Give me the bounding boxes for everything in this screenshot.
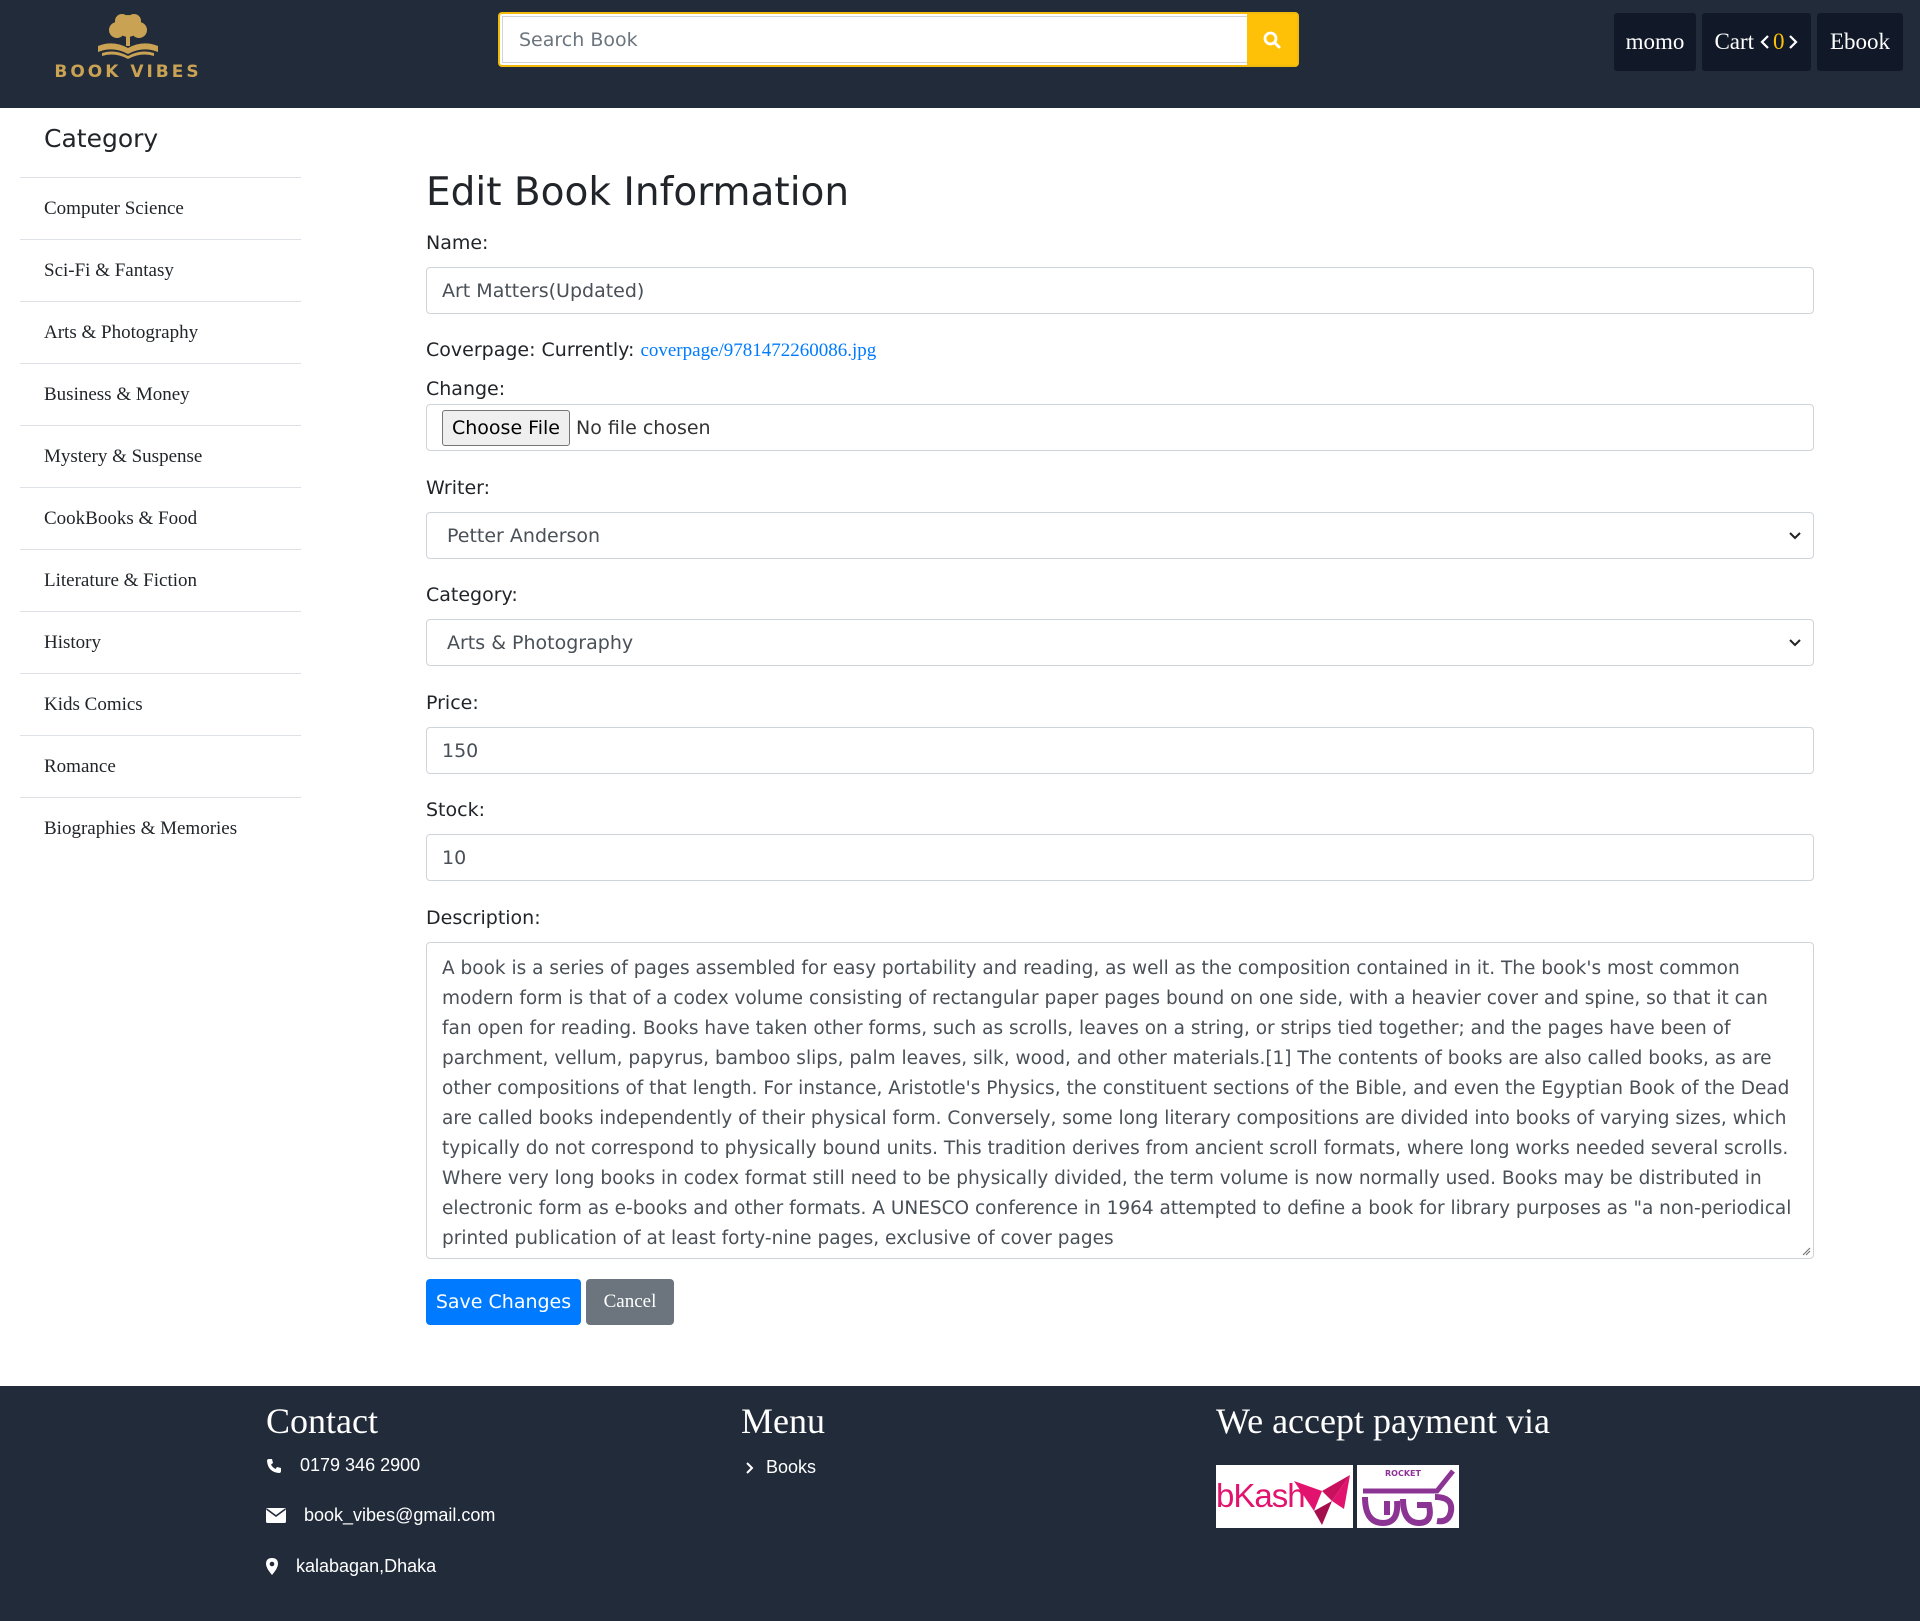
cart-label: Cart <box>1714 29 1755 54</box>
cancel-button[interactable]: Cancel <box>586 1279 674 1325</box>
price-input[interactable] <box>426 727 1814 774</box>
envelope-icon <box>266 1508 286 1523</box>
contact-heading: Contact <box>266 1401 378 1441</box>
stock-label: Stock: <box>426 799 485 821</box>
description-text: A book is a series of pages assembled fo… <box>442 958 1792 1249</box>
save-changes-button[interactable]: Save Changes <box>426 1279 581 1325</box>
bkash-logo: bKash <box>1216 1465 1353 1528</box>
map-marker-icon <box>266 1558 278 1575</box>
description-label: Description: <box>426 907 541 929</box>
resize-grip-icon[interactable] <box>1801 1246 1811 1256</box>
writer-label: Writer: <box>426 477 491 499</box>
category-item[interactable]: Arts & Photography <box>20 302 301 364</box>
rocket-logo: ROCKET <box>1357 1465 1459 1528</box>
name-input[interactable] <box>426 267 1814 314</box>
category-select[interactable]: Arts & Photography <box>426 619 1814 666</box>
contact-email: book_vibes@gmail.com <box>266 1505 495 1526</box>
chevron-down-icon <box>1789 638 1801 646</box>
coverpage-link[interactable]: coverpage/9781472260086.jpg <box>640 340 876 362</box>
category-item[interactable]: Business & Money <box>20 364 301 426</box>
contact-phone: 0179 346 2900 <box>266 1455 420 1476</box>
search-icon <box>1263 31 1281 48</box>
phone-text: 0179 346 2900 <box>300 1455 421 1475</box>
rocket-logo-icon <box>1362 1469 1455 1527</box>
choose-file-button[interactable]: Choose File <box>442 409 570 446</box>
coverpage-label: Coverpage: Currently: <box>426 339 635 361</box>
footer-menu-books[interactable]: Books <box>745 1457 816 1478</box>
menu-heading: Menu <box>741 1401 825 1441</box>
category-item[interactable]: Sci-Fi & Fantasy <box>20 240 301 302</box>
site-logo[interactable]: BOOK VIBES <box>48 12 208 84</box>
phone-icon <box>266 1458 282 1474</box>
category-item[interactable]: Computer Science <box>20 178 301 240</box>
change-label: Change: <box>426 378 506 400</box>
category-item[interactable]: Biographies & Memories <box>20 798 301 860</box>
category-label: Category: <box>426 584 518 606</box>
chevron-left-icon <box>1760 35 1769 49</box>
category-sidebar: Category Computer Science Sci-Fi & Fanta… <box>20 108 301 860</box>
category-item[interactable]: CookBooks & Food <box>20 488 301 550</box>
cart-count: 0 <box>1773 29 1785 54</box>
contact-address: kalabagan,Dhaka <box>266 1556 436 1577</box>
bkash-bird-icon <box>1294 1475 1350 1525</box>
site-footer: Contact 0179 346 2900 book_vibes@gmail.c… <box>0 1386 1920 1621</box>
ebook-label: Ebook <box>1829 29 1891 54</box>
writer-selected-value: Petter Anderson <box>447 524 601 547</box>
top-navbar: BOOK VIBES momo Cart 0 Ebook <box>0 0 1920 108</box>
address-text: kalabagan,Dhaka <box>296 1556 437 1576</box>
category-item[interactable]: Romance <box>20 736 301 798</box>
search-button[interactable] <box>1247 14 1297 65</box>
chevron-right-icon <box>1788 35 1798 49</box>
coverpage-row: Coverpage: Currently: coverpage/97814722… <box>426 339 876 362</box>
name-label: Name: <box>426 232 489 254</box>
book-tree-logo-icon <box>98 14 158 59</box>
category-item[interactable]: Literature & Fiction <box>20 550 301 612</box>
category-item[interactable]: History <box>20 612 301 674</box>
file-status: No file chosen <box>575 416 711 439</box>
price-label: Price: <box>426 692 479 714</box>
category-item[interactable]: Mystery & Suspense <box>20 426 301 488</box>
stock-input[interactable] <box>426 834 1814 881</box>
ebook-button[interactable]: Ebook <box>1817 13 1903 71</box>
category-selected-value: Arts & Photography <box>447 631 634 654</box>
chevron-down-icon <box>1789 531 1801 539</box>
footer-menu-item: Books <box>766 1457 817 1477</box>
page-title: Edit Book Information <box>426 170 850 215</box>
cart-button[interactable]: Cart 0 <box>1702 13 1811 71</box>
search-bar <box>498 12 1299 67</box>
writer-select[interactable]: Petter Anderson <box>426 512 1814 559</box>
category-item[interactable]: Kids Comics <box>20 674 301 736</box>
logo-text: BOOK VIBES <box>54 62 202 82</box>
file-input: Choose File No file chosen <box>426 404 1814 451</box>
category-title: Category <box>20 108 301 178</box>
user-menu-button[interactable]: momo <box>1614 13 1696 71</box>
payment-heading: We accept payment via <box>1216 1401 1550 1441</box>
description-textarea[interactable]: A book is a series of pages assembled fo… <box>426 942 1814 1259</box>
email-text: book_vibes@gmail.com <box>304 1505 496 1525</box>
user-name: momo <box>1625 29 1685 54</box>
chevron-right-icon <box>745 1461 754 1474</box>
search-input[interactable] <box>502 16 1247 63</box>
